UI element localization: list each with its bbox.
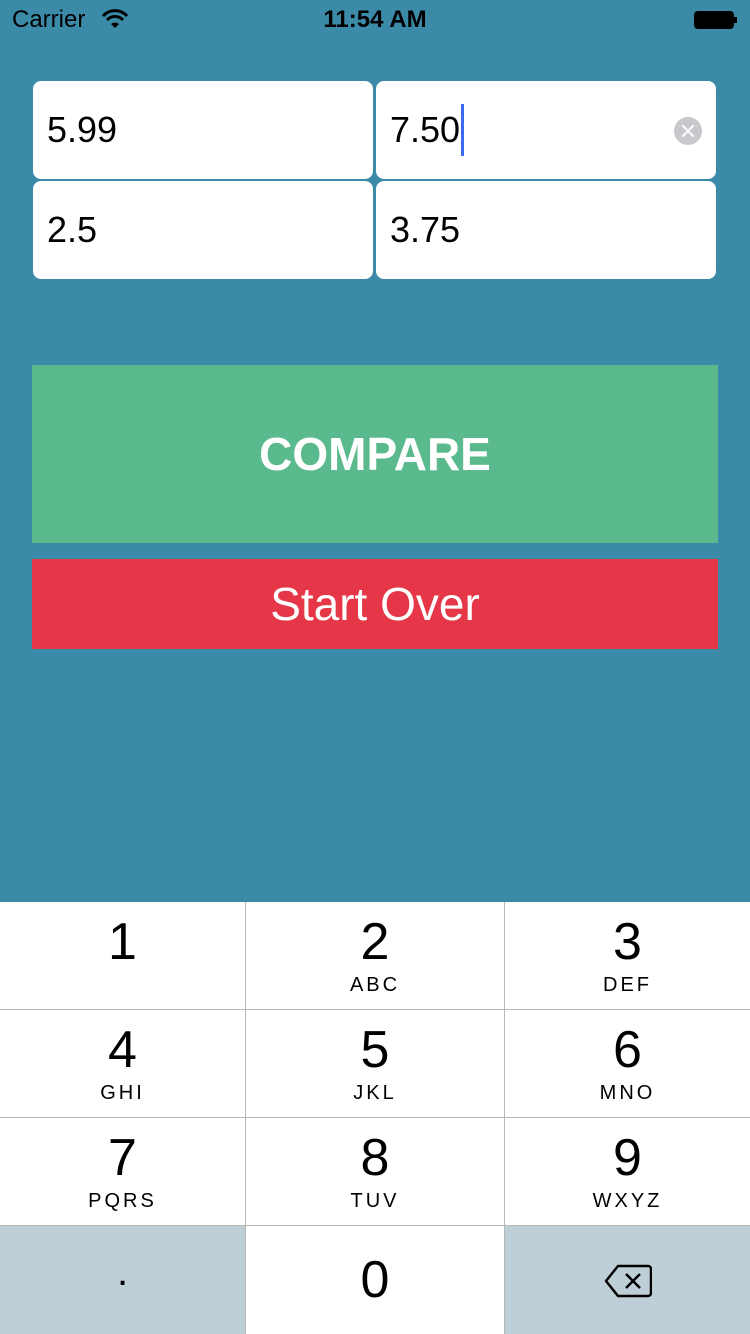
key-9[interactable]: 9 WXYZ xyxy=(505,1118,750,1226)
key-1[interactable]: 1 xyxy=(0,902,246,1010)
key-digit: 1 xyxy=(108,913,137,971)
key-backspace[interactable] xyxy=(505,1226,750,1334)
key-letters: GHI xyxy=(100,1082,145,1104)
price-b-value: 7.50 xyxy=(390,109,461,150)
key-digit: 8 xyxy=(360,1129,390,1187)
key-decimal[interactable]: . xyxy=(0,1226,246,1334)
key-digit: 5 xyxy=(360,1021,390,1079)
key-letters: MNO xyxy=(599,1082,656,1104)
price-a-field[interactable]: 5.99 xyxy=(33,81,373,179)
key-0[interactable]: 0 xyxy=(246,1226,505,1334)
key-3[interactable]: 3 DEF xyxy=(505,902,750,1010)
key-letters: ABC xyxy=(349,974,401,996)
key-letters: DEF xyxy=(603,974,652,996)
key-digit: 2 xyxy=(360,913,390,971)
backspace-icon xyxy=(604,1264,652,1298)
key-letters: JKL xyxy=(353,1082,397,1104)
key-letters: WXYZ xyxy=(592,1190,663,1212)
key-digit: 0 xyxy=(360,1251,390,1309)
price-b-field[interactable]: 7.50 xyxy=(376,81,716,179)
key-5[interactable]: 5 JKL xyxy=(246,1010,505,1118)
status-bar: Carrier 11:54 AM xyxy=(0,0,750,40)
key-digit: 3 xyxy=(613,913,642,971)
key-8[interactable]: 8 TUV xyxy=(246,1118,505,1226)
key-2[interactable]: 2 ABC xyxy=(246,902,505,1010)
size-a-field[interactable]: 2.5 xyxy=(33,181,373,279)
key-digit: 9 xyxy=(613,1129,642,1187)
key-6[interactable]: 6 MNO xyxy=(505,1010,750,1118)
key-letters: TUV xyxy=(350,1190,400,1212)
key-4[interactable]: 4 GHI xyxy=(0,1010,246,1118)
size-a-value: 2.5 xyxy=(47,209,98,250)
key-letters: PQRS xyxy=(88,1190,157,1212)
numeric-keypad: 1 2 ABC 3 DEF 4 GHI 5 JKL 6 MNO 7 PQRS 8… xyxy=(0,902,750,1334)
key-digit: 6 xyxy=(613,1021,642,1079)
size-b-value: 3.75 xyxy=(390,209,461,250)
clear-icon[interactable] xyxy=(674,117,702,145)
clock: 11:54 AM xyxy=(323,6,427,33)
key-digit: 7 xyxy=(108,1129,137,1187)
start-over-button[interactable]: Start Over xyxy=(32,559,718,649)
key-digit: . xyxy=(116,1250,129,1294)
compare-button[interactable]: COMPARE xyxy=(32,365,718,543)
battery-icon xyxy=(694,11,737,29)
size-b-field[interactable]: 3.75 xyxy=(376,181,716,279)
key-digit: 4 xyxy=(108,1021,137,1079)
price-a-value: 5.99 xyxy=(47,109,118,150)
key-7[interactable]: 7 PQRS xyxy=(0,1118,246,1226)
text-caret xyxy=(461,104,465,156)
